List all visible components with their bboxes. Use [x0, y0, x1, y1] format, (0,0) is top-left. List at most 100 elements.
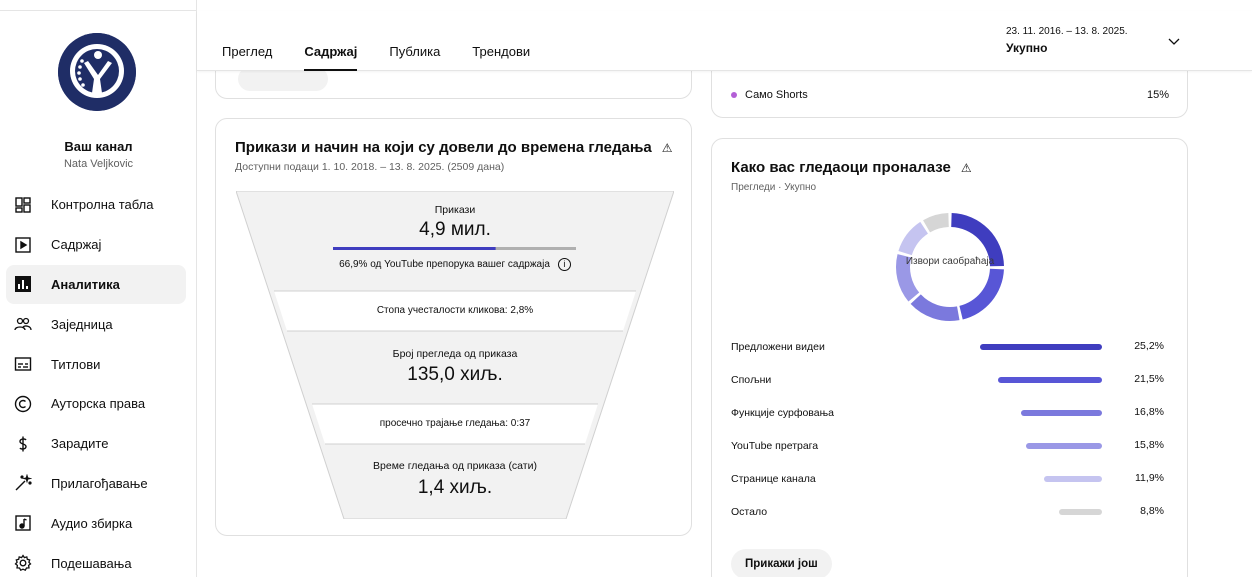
earn-icon [14, 435, 32, 453]
analytics-tabs: Преглед Садржај Публика Трендови [222, 44, 562, 71]
donut-slice[interactable] [898, 221, 928, 256]
traffic-title-text: Како вас гледаоци проналазе [731, 159, 951, 176]
sidebar-item-label: Садржај [51, 237, 102, 253]
traffic-source-name: YouTube претрага [731, 440, 819, 452]
sidebar-item-community[interactable]: Заједница [6, 304, 186, 344]
funnel-subtitle: Доступни подаци 1. 10. 2018. – 13. 8. 20… [235, 161, 505, 173]
traffic-source-row: YouTube претрага 15,8% [731, 438, 1164, 454]
traffic-source-pct: 8,8% [1140, 505, 1164, 517]
shorts-label: Само Shorts [745, 89, 808, 101]
tab-audience[interactable]: Публика [389, 44, 440, 71]
sidebar-item-label: Прилагођавање [51, 475, 148, 491]
chevron-down-icon[interactable] [1167, 34, 1181, 48]
traffic-bar [1020, 410, 1102, 416]
sidebar-item-dashboard[interactable]: Контролна табла [6, 185, 186, 225]
donut-slice[interactable] [923, 213, 949, 233]
traffic-bar-track [962, 443, 1102, 449]
channel-name: Nata Veljkovic [63, 158, 134, 170]
community-icon [14, 315, 32, 333]
traffic-title: Како вас гледаоци проналазе ⚠ [731, 159, 972, 176]
ctr-text: Стопа учесталости кликова: 2,8% [376, 305, 534, 316]
recommend-row: 66,9% од YouTube препорука вашег садржај… [236, 258, 674, 271]
sidebar-item-copyright[interactable]: Ауторска права [6, 384, 186, 424]
donut-center-label: Извори саобраћаја [905, 256, 995, 267]
views-value: 135,0 хиљ. [407, 364, 503, 385]
top-bar: Преглед Садржај Публика Трендови 23. 11.… [197, 11, 1252, 71]
avg-duration-text: просечно трајање гледања: 0:37 [379, 418, 531, 429]
traffic-source-name: Предложени видеи [731, 341, 825, 353]
info-icon[interactable]: i [557, 258, 571, 271]
copyright-icon [14, 395, 32, 413]
traffic-bar [980, 344, 1102, 350]
sidebar-item-audio-library[interactable]: Аудио збирка [6, 503, 186, 543]
traffic-source-pct: 21,5% [1134, 373, 1164, 385]
sidebar-item-label: Зарадите [51, 436, 109, 452]
sidebar-item-label: Контролна табла [51, 197, 154, 213]
donut-slice[interactable] [959, 268, 1004, 320]
recommend-bar-fill [333, 247, 496, 250]
date-range-label[interactable]: Укупно [1006, 41, 1048, 55]
audio-library-icon [14, 514, 32, 532]
sidebar-item-label: Подешавања [51, 555, 132, 571]
traffic-bar-track [962, 377, 1102, 383]
warning-icon[interactable]: ⚠ [662, 141, 673, 155]
traffic-source-pct: 16,8% [1134, 406, 1164, 418]
sidebar-item-content[interactable]: Садржај [6, 225, 186, 265]
watch-time-value: 1,4 хиљ. [417, 477, 493, 498]
date-range[interactable]: 23. 11. 2016. – 13. 8. 2025. [1006, 26, 1128, 37]
traffic-source-pct: 11,9% [1135, 472, 1164, 484]
impressions-label: Прикази [434, 204, 476, 216]
traffic-bar-track [962, 476, 1102, 482]
sidebar-item-settings[interactable]: Подешавања [6, 543, 186, 577]
sidebar-item-subtitles[interactable]: Титлови [6, 344, 186, 384]
sidebar-item-label: Аудио збирка [51, 515, 133, 531]
sidebar-item-earn[interactable]: Зарадите [6, 424, 186, 464]
analytics-icon [14, 275, 32, 293]
sidebar-item-label: Титлови [51, 356, 101, 372]
traffic-bar-track [962, 509, 1102, 515]
tab-overview[interactable]: Преглед [222, 44, 272, 71]
traffic-bar [1044, 476, 1102, 482]
impressions-funnel-card: Прикази и начин на који су довели до вре… [215, 118, 692, 536]
traffic-bar [1025, 443, 1102, 449]
channel-avatar[interactable] [58, 33, 136, 111]
sidebar-item-label: Ауторска права [51, 396, 146, 412]
sidebar-item-customization[interactable]: Прилагођавање [6, 464, 186, 504]
sidebar-item-label: Аналитика [51, 276, 120, 292]
sidebar: Ваш канал Nata Veljkovic Контролна табла… [0, 0, 197, 577]
show-more-button[interactable]: Прикажи још [731, 549, 832, 577]
channel-title: Ваш канал [64, 139, 133, 154]
settings-icon [14, 554, 32, 572]
traffic-source-row: Предложени видеи 25,2% [731, 339, 1164, 355]
content-icon [14, 236, 32, 254]
funnel-chart: Прикази 4,9 мил. 66,9% од YouTube препор… [236, 191, 674, 519]
sidebar-item-analytics[interactable]: Аналитика [6, 264, 186, 305]
shorts-legend-dot [731, 92, 737, 98]
traffic-source-name: Остало [731, 506, 768, 518]
traffic-subtitle: Прегледи · Укупно [731, 182, 817, 193]
traffic-source-name: Функције сурфовања [731, 407, 834, 419]
traffic-source-pct: 15,8% [1134, 439, 1164, 451]
shorts-row: Само Shorts 15% [731, 89, 1169, 101]
warning-icon[interactable]: ⚠ [961, 161, 972, 175]
sidebar-item-label: Заједница [51, 316, 113, 332]
traffic-source-row: Функције сурфовања 16,8% [731, 405, 1164, 421]
donut-slice[interactable] [910, 294, 960, 321]
traffic-source-row: Спољни 21,5% [731, 372, 1164, 388]
impressions-value: 4,9 мил. [419, 219, 491, 240]
tab-trends[interactable]: Трендови [472, 44, 530, 71]
traffic-source-row: Странице канала 11,9% [731, 471, 1164, 487]
funnel-title: Прикази и начин на који су довели до вре… [235, 139, 673, 156]
traffic-source-name: Странице канала [731, 473, 816, 485]
dashboard-icon [14, 196, 32, 214]
watch-time-label: Време гледања од приказа (сати) [373, 460, 537, 472]
customization-icon [14, 474, 32, 492]
traffic-bar-track [962, 410, 1102, 416]
views-label: Број прегледа од приказа [392, 348, 518, 360]
tab-content[interactable]: Садржај [304, 44, 358, 71]
shorts-value: 15% [1146, 89, 1169, 101]
recommend-text: 66,9% од YouTube препорука вашег садржај… [339, 259, 550, 271]
sidebar-nav: Контролна табла Садржај Аналитика Заједн… [6, 185, 186, 577]
traffic-source-name: Спољни [731, 374, 772, 386]
subtitles-icon [14, 355, 32, 373]
